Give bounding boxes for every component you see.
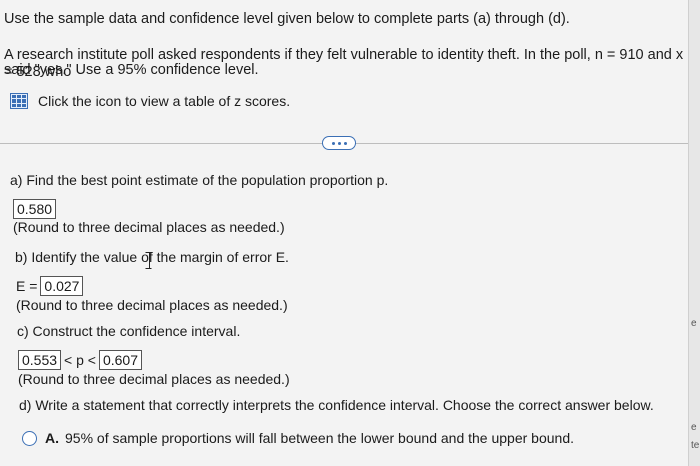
adjacent-window-edge: [688, 0, 700, 466]
part-b-prefix: E =: [16, 278, 38, 294]
part-a-answer-field[interactable]: 0.580: [13, 199, 57, 219]
z-table-link[interactable]: Click the icon to view a table of z scor…: [10, 93, 290, 109]
option-a-radio[interactable]: [22, 430, 37, 446]
question-panel: Use the sample data and confidence level…: [0, 0, 688, 466]
part-c-answer-row: 0.553 < p < 0.607: [18, 350, 143, 370]
part-a-rounding-note: (Round to three decimal places as needed…: [13, 219, 285, 235]
part-d-option-a[interactable]: A. 95% of sample proportions will fall b…: [22, 430, 574, 446]
expand-more-button[interactable]: [322, 136, 356, 150]
text-cursor-icon: [145, 252, 152, 269]
part-a-answer-row: 0.580: [13, 199, 57, 219]
z-table-link-text: Click the icon to view a table of z scor…: [38, 93, 291, 109]
part-d-question: d) Write a statement that correctly inte…: [19, 397, 654, 413]
part-c-inequality: < p <: [64, 352, 96, 368]
option-a-label: A.: [45, 430, 59, 446]
part-b-answer-row: E = 0.027: [16, 276, 84, 296]
edge-glyph: e: [691, 318, 697, 329]
edge-glyph: te: [691, 440, 700, 451]
part-b-rounding-note: (Round to three decimal places as needed…: [16, 297, 288, 313]
edge-glyph: e: [691, 422, 697, 433]
part-c-question: c) Construct the confidence interval.: [17, 323, 241, 339]
part-c-lower-field[interactable]: 0.553: [18, 350, 62, 370]
part-b-answer-field[interactable]: 0.027: [40, 276, 84, 296]
part-c-rounding-note: (Round to three decimal places as needed…: [18, 371, 290, 387]
instructions-text: Use the sample data and confidence level…: [4, 11, 570, 27]
problem-text-line2: said "yes." Use a 95% confidence level.: [4, 62, 259, 78]
option-a-text: 95% of sample proportions will fall betw…: [65, 430, 574, 446]
part-a-question: a) Find the best point estimate of the p…: [10, 172, 389, 188]
part-c-upper-field[interactable]: 0.607: [98, 350, 143, 370]
table-icon[interactable]: [10, 93, 28, 109]
